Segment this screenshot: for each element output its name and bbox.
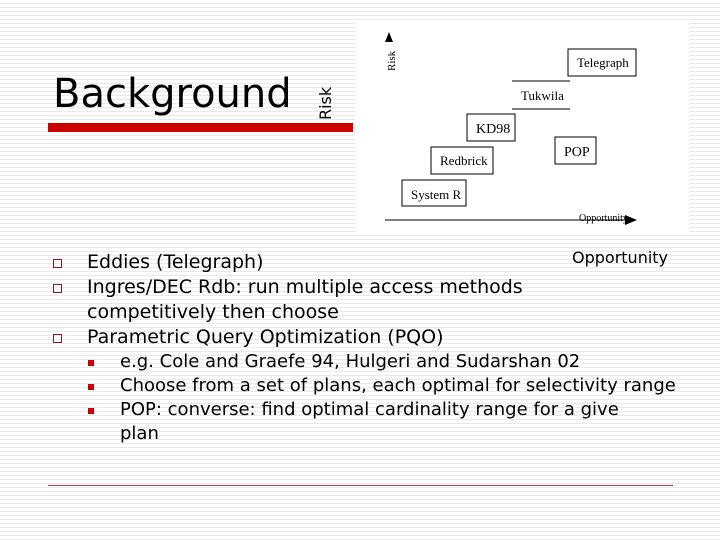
hollow-square-bullet-icon — [53, 334, 62, 343]
x-axis-label: Opportunity — [579, 213, 628, 224]
bullet-list: Eddies (Telegraph) Ingres/DEC Rdb: run m… — [48, 250, 698, 446]
sub-list-item: e.g. Cole and Graefe 94, Hulgeri and Sud… — [48, 350, 698, 374]
system-box-tukwila: Tukwila — [512, 80, 570, 110]
filled-square-bullet-icon — [88, 360, 94, 366]
filled-square-bullet-icon — [88, 384, 94, 390]
list-item: Ingres/DEC Rdb: run multiple access meth… — [48, 275, 627, 325]
list-item: Eddies (Telegraph) — [48, 250, 698, 275]
list-item-text: Eddies (Telegraph) — [87, 251, 264, 273]
sub-list-item: Choose from a set of plans, each optimal… — [48, 374, 680, 398]
sub-list-item: POP: converse: find optimal cardinality … — [48, 398, 650, 446]
sub-list-item-text: e.g. Cole and Graefe 94, Hulgeri and Sud… — [120, 351, 581, 372]
system-box-system-r: System R — [401, 179, 467, 207]
risk-axis-label: Risk — [316, 86, 335, 120]
y-axis-arrow-icon — [385, 32, 393, 42]
system-box-telegraph: Telegraph — [567, 48, 637, 77]
svg-text:System R: System R — [411, 187, 462, 202]
slide-title: Background — [53, 71, 292, 117]
system-box-pop: POP — [554, 136, 597, 165]
hollow-square-bullet-icon — [53, 284, 62, 293]
system-box-kd98: KD98 — [466, 113, 516, 142]
hollow-square-bullet-icon — [53, 259, 62, 268]
y-axis-label: Risk — [386, 50, 398, 71]
list-item: Parametric Query Optimization (PQO) — [48, 325, 698, 350]
list-item-text: Parametric Query Optimization (PQO) — [87, 326, 444, 348]
list-item-text: Ingres/DEC Rdb: run multiple access meth… — [87, 276, 523, 323]
svg-text:Tukwila: Tukwila — [521, 88, 564, 103]
title-underline-bar — [48, 123, 353, 132]
sub-list-item-text: POP: converse: find optimal cardinality … — [120, 399, 619, 444]
footer-divider — [48, 485, 673, 486]
svg-text:POP: POP — [564, 145, 590, 160]
system-box-redbrick: Redbrick — [430, 146, 494, 175]
svg-text:Telegraph: Telegraph — [577, 55, 629, 70]
sub-list-item-text: Choose from a set of plans, each optimal… — [120, 375, 676, 396]
risk-opportunity-figure: Risk Opportunity Telegraph Tukwila KD98 … — [355, 22, 689, 234]
filled-square-bullet-icon — [88, 408, 94, 414]
svg-text:KD98: KD98 — [476, 122, 510, 137]
svg-text:Redbrick: Redbrick — [440, 153, 488, 168]
